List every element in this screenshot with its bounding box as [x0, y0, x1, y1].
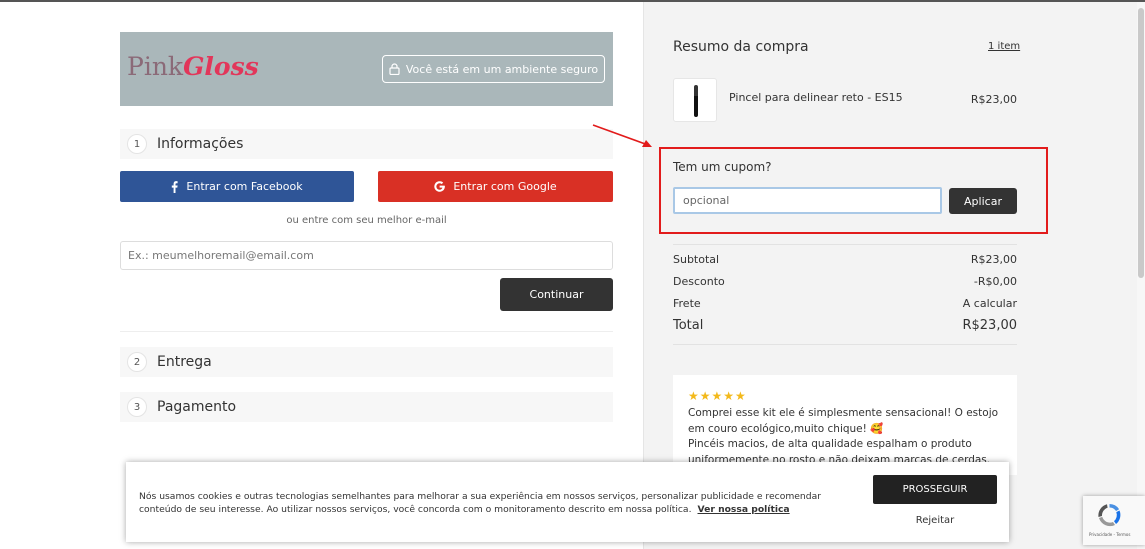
items-count-link[interactable]: 1 item — [988, 41, 1020, 52]
discount-value: -R$0,00 — [973, 275, 1017, 288]
discount-label: Desconto — [673, 275, 725, 288]
logo-text-pink: Pink — [127, 52, 184, 81]
facebook-icon — [172, 180, 178, 193]
recaptcha-icon — [1098, 504, 1121, 527]
step-label: Entrega — [157, 354, 212, 370]
or-email-text: ou entre com seu melhor e-mail — [286, 215, 447, 226]
summary-title: Resumo da compra — [673, 39, 809, 55]
cookie-text: Nós usamos cookies e outras tecnologias … — [139, 490, 829, 516]
step-number: 2 — [127, 352, 147, 372]
step-entrega[interactable]: 2 Entrega — [120, 347, 613, 377]
step-number: 3 — [127, 397, 147, 417]
scrollbar-thumb[interactable] — [1138, 8, 1144, 278]
policy-link[interactable]: Ver nossa política — [698, 504, 790, 515]
step-label: Informações — [157, 136, 244, 152]
coupon-input[interactable]: opcional — [673, 187, 942, 214]
google-icon — [434, 181, 446, 192]
product-thumbnail — [673, 78, 717, 122]
step-label: Pagamento — [157, 399, 237, 415]
apply-coupon-button[interactable]: Aplicar — [949, 188, 1017, 214]
google-login-label: Entrar com Google — [453, 180, 557, 193]
logo: PinkGloss — [127, 52, 259, 81]
separator — [673, 244, 1017, 245]
facebook-login-button[interactable]: Entrar com Facebook — [120, 171, 354, 202]
shipping-row: Frete A calcular — [673, 297, 1017, 310]
google-login-button[interactable]: Entrar com Google — [378, 171, 613, 202]
step-number: 1 — [127, 134, 147, 154]
recaptcha-badge[interactable]: Privacidade - Termos — [1083, 496, 1145, 545]
accept-cookies-button[interactable]: PROSSEGUIR — [873, 475, 997, 504]
step-pagamento[interactable]: 3 Pagamento — [120, 392, 613, 422]
checkout-header: PinkGloss Você está em um ambiente segur… — [120, 32, 613, 106]
reject-cookies-button[interactable]: Rejeitar — [873, 512, 997, 528]
continue-button[interactable]: Continuar — [500, 278, 613, 311]
secure-environment-badge: Você está em um ambiente seguro — [382, 55, 605, 83]
annotation-arrow — [592, 124, 652, 147]
separator — [673, 344, 1017, 345]
product-price: R$23,00 — [970, 93, 1017, 106]
customer-review-card: ★★★★★ Comprei esse kit ele é simplesment… — [673, 375, 1017, 475]
logo-text-gloss: Gloss — [183, 52, 259, 81]
secure-label: Você está em um ambiente seguro — [405, 62, 599, 76]
recaptcha-links[interactable]: Privacidade - Termos — [1089, 532, 1130, 537]
discount-row: Desconto -R$0,00 — [673, 275, 1017, 288]
cookie-banner: Nós usamos cookies e outras tecnologias … — [126, 462, 1009, 542]
subtotal-value: R$23,00 — [970, 253, 1017, 266]
coupon-title: Tem um cupom? — [673, 160, 772, 174]
shipping-label: Frete — [673, 297, 701, 310]
lock-icon — [389, 63, 400, 75]
email-input[interactable]: Ex.: meumelhoremail@email.com — [120, 241, 613, 270]
total-label: Total — [673, 318, 704, 333]
product-name: Pincel para delinear reto - ES15 — [729, 91, 903, 104]
review-text-1: Comprei esse kit ele é simplesmente sens… — [688, 407, 999, 435]
total-row: Total R$23,00 — [673, 318, 1017, 333]
subtotal-label: Subtotal — [673, 253, 720, 266]
subtotal-row: Subtotal R$23,00 — [673, 253, 1017, 266]
rating-stars-icon: ★★★★★ — [688, 389, 747, 403]
total-value: R$23,00 — [962, 318, 1017, 333]
scrollbar[interactable] — [1137, 2, 1145, 549]
divider — [120, 331, 613, 332]
brush-image — [694, 85, 698, 117]
facebook-login-label: Entrar com Facebook — [186, 180, 303, 193]
step-informacoes[interactable]: 1 Informações — [120, 129, 613, 159]
shipping-value: A calcular — [962, 297, 1017, 310]
